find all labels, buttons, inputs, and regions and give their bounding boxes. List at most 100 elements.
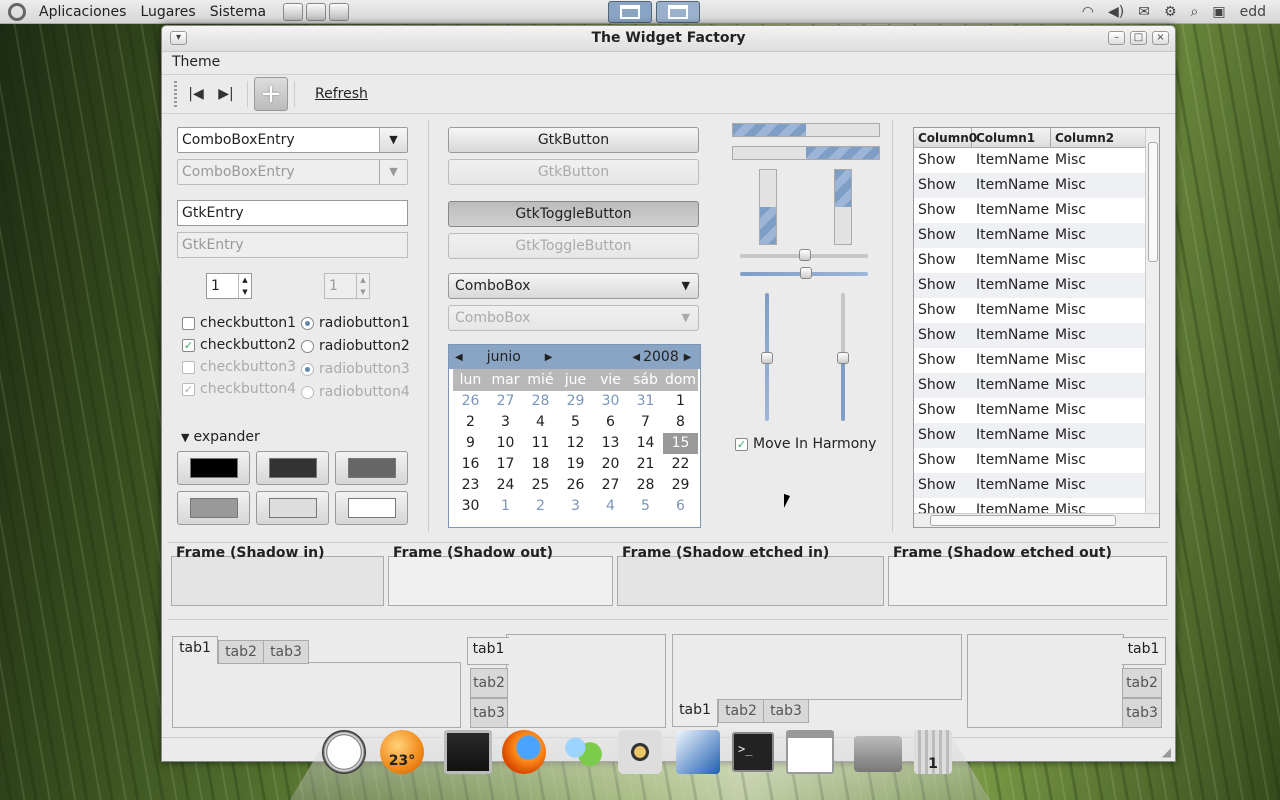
search-icon[interactable]: ⌕ <box>1191 4 1199 20</box>
color-button[interactable] <box>256 451 329 485</box>
calendar-day[interactable]: 27 <box>488 391 523 412</box>
radiobutton-2[interactable]: radiobutton2 <box>301 336 410 356</box>
add-icon[interactable]: + <box>254 77 288 111</box>
tree-row[interactable]: Show ItemName Misc <box>914 273 1146 298</box>
tree-row[interactable]: Show ItemName Misc <box>914 423 1146 448</box>
tree-row[interactable]: Show ItemName Misc <box>914 198 1146 223</box>
calendar-day[interactable]: 27 <box>593 475 628 496</box>
calendar-day[interactable]: 2 <box>523 496 558 517</box>
expander-arrow-icon[interactable]: ▼ <box>181 431 189 444</box>
color-button[interactable] <box>335 491 408 525</box>
tree-row[interactable]: Show ItemName Misc <box>914 323 1146 348</box>
calendar-day[interactable]: 6 <box>663 496 698 517</box>
tab-1[interactable]: tab1 <box>672 699 718 727</box>
weather-icon[interactable]: 23° <box>380 730 424 774</box>
tab-3[interactable]: tab3 <box>470 698 508 728</box>
radiobutton-1[interactable]: radiobutton1 <box>301 313 410 333</box>
hscale-1-knob[interactable] <box>799 249 811 261</box>
calendar-day[interactable]: 30 <box>453 496 488 517</box>
color-button[interactable] <box>177 491 250 525</box>
tab-2[interactable]: tab2 <box>718 699 764 723</box>
tab-2[interactable]: tab2 <box>1122 668 1162 698</box>
firefox-icon[interactable] <box>502 730 546 774</box>
spin-arrows-icon[interactable]: ▲ ▼ <box>238 274 251 298</box>
calendar-day[interactable]: 22 <box>663 454 698 475</box>
refresh-button[interactable]: Refresh <box>315 86 368 102</box>
calendar[interactable]: ◀ junio ▶ ◀ 2008 ▶ lun mar mié jue vie sáb dom… <box>448 344 701 528</box>
calendar-day[interactable]: 10 <box>488 433 523 454</box>
calendar-day[interactable]: 29 <box>558 391 593 412</box>
spin-button[interactable]: 1 ▲ ▼ <box>206 273 252 299</box>
trash-icon[interactable]: 1 <box>914 730 952 774</box>
tree-row[interactable]: Show ItemName Misc <box>914 248 1146 273</box>
tree-row[interactable]: Show ItemName Misc <box>914 298 1146 323</box>
tree-row[interactable]: Show ItemName Misc <box>914 223 1146 248</box>
next-month-icon[interactable]: ▶ <box>545 352 553 363</box>
color-button[interactable] <box>335 451 408 485</box>
tree-row[interactable]: Show ItemName Misc <box>914 148 1146 173</box>
color-button[interactable] <box>177 451 250 485</box>
radio-on-icon[interactable] <box>301 316 314 330</box>
calendar-day[interactable]: 28 <box>628 475 663 496</box>
combobox[interactable]: ComboBox ▼ <box>448 273 699 299</box>
workspace-2[interactable] <box>656 1 700 23</box>
tree-row[interactable]: Show ItemName Misc <box>914 173 1146 198</box>
tree-row[interactable]: Show ItemName Misc <box>914 398 1146 423</box>
calendar-day[interactable]: 4 <box>593 496 628 517</box>
tree-row[interactable]: Show ItemName Misc <box>914 348 1146 373</box>
clock-icon[interactable] <box>322 730 366 774</box>
menu-system[interactable]: Sistema <box>203 4 273 20</box>
launcher-icon[interactable] <box>283 2 304 21</box>
tab-2[interactable]: tab2 <box>218 640 264 664</box>
expander[interactable]: ▼ expander <box>181 427 260 447</box>
dropdown-arrow-icon[interactable]: ▼ <box>379 128 407 152</box>
drive-icon[interactable] <box>854 736 902 772</box>
calendar-day[interactable]: 9 <box>453 433 488 454</box>
calendar-day[interactable]: 1 <box>663 391 698 412</box>
menu-theme[interactable]: Theme <box>172 54 220 70</box>
calendar-day[interactable]: 19 <box>558 454 593 475</box>
calendar-day[interactable]: 11 <box>523 433 558 454</box>
gear-icon[interactable]: ⚙ <box>1164 4 1177 20</box>
calendar-day[interactable]: 28 <box>523 391 558 412</box>
vscale-1-knob[interactable] <box>761 352 773 364</box>
prev-year-icon[interactable]: ◀ <box>632 352 640 363</box>
calendar-day[interactable]: 31 <box>628 391 663 412</box>
tree-view[interactable]: Column0 Column1 Column2 Show ItemName Misc… <box>913 127 1160 528</box>
tab-3[interactable]: tab3 <box>263 640 309 664</box>
column-header[interactable]: Column1 <box>972 128 1051 147</box>
tree-row[interactable]: Show ItemName Misc <box>914 448 1146 473</box>
tree-row[interactable]: Show ItemName Misc <box>914 373 1146 398</box>
checkbox-checked-icon[interactable]: ✓ <box>735 437 748 451</box>
checkbutton-2[interactable]: ✓ checkbutton2 <box>182 335 296 355</box>
calendar-day[interactable]: 18 <box>523 454 558 475</box>
calendar-day[interactable]: 3 <box>488 412 523 433</box>
mail-icon[interactable]: ✉ <box>1138 4 1150 20</box>
terminal-icon[interactable]: >_ <box>732 732 774 772</box>
calendar-day[interactable]: 7 <box>628 412 663 433</box>
speaker-icon[interactable] <box>618 730 662 774</box>
chat-icon[interactable]: ▣ <box>1212 4 1225 20</box>
move-in-harmony-check[interactable]: ✓ Move In Harmony <box>735 434 876 454</box>
tab-2[interactable]: tab2 <box>470 668 508 698</box>
calendar-day[interactable]: 20 <box>593 454 628 475</box>
tab-1[interactable]: tab1 <box>467 637 509 665</box>
calendar-day[interactable]: 17 <box>488 454 523 475</box>
contacts-icon[interactable] <box>560 730 604 774</box>
checkbutton-1[interactable]: checkbutton1 <box>182 313 296 333</box>
prev-month-icon[interactable]: ◀ <box>455 352 463 363</box>
calendar-day[interactable]: 30 <box>593 391 628 412</box>
calendar-day[interactable]: 2 <box>453 412 488 433</box>
checkbox-icon[interactable] <box>182 316 195 330</box>
vscale-2-knob[interactable] <box>837 352 849 364</box>
calendar-day[interactable]: 26 <box>558 475 593 496</box>
tree-row[interactable]: Show ItemName Misc <box>914 473 1146 498</box>
column-header[interactable]: Column2 <box>1051 128 1146 147</box>
computer-icon[interactable] <box>444 730 492 774</box>
wifi-icon[interactable]: ◠ <box>1082 4 1094 20</box>
vertical-scrollbar[interactable] <box>1145 128 1159 514</box>
resize-grip-icon[interactable]: ◢ <box>1162 745 1171 759</box>
window-icon[interactable] <box>786 730 834 774</box>
maximize-button[interactable]: □ <box>1130 31 1147 45</box>
tab-3[interactable]: tab3 <box>763 699 809 723</box>
